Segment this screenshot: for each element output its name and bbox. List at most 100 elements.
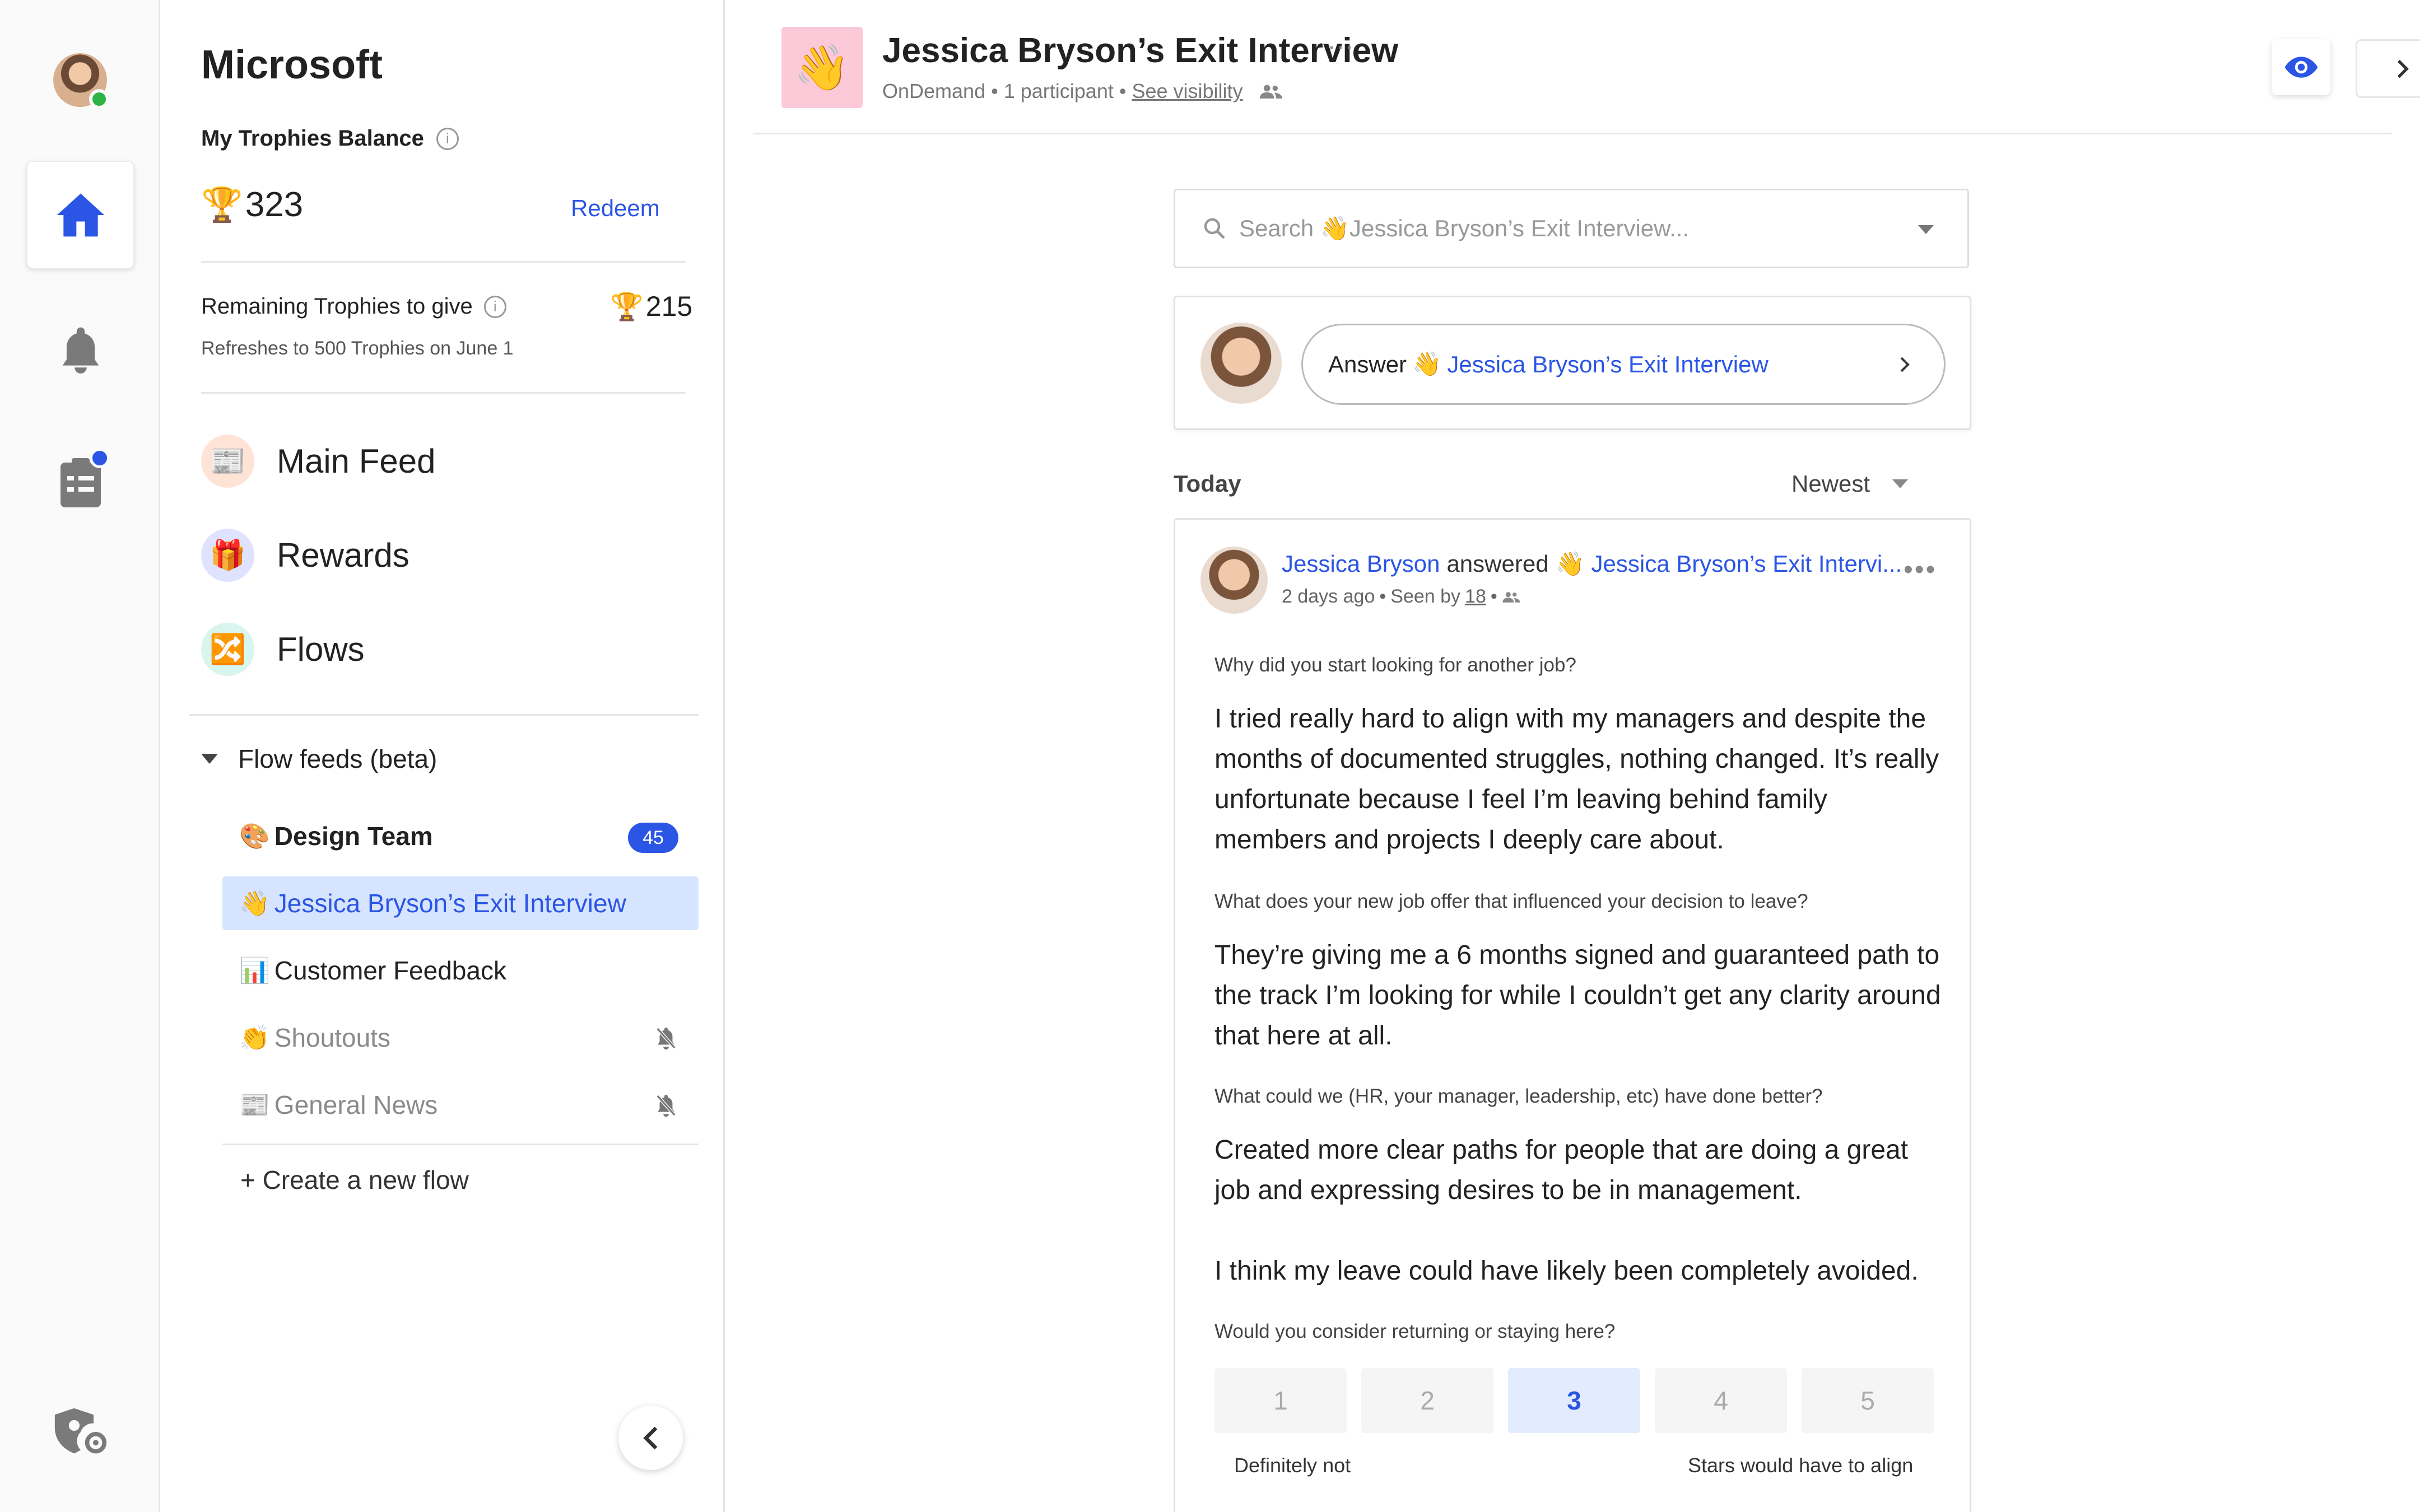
page-title: Jessica Bryson’s Exit Interview [882, 31, 1399, 70]
flow-item-design-team[interactable]: 🎨 Design Team 45 [222, 809, 699, 863]
sidebar: Microsoft My Trophies Balance i 🏆 323 Re… [162, 0, 725, 1512]
nav-flows[interactable]: 🔀 Flows [201, 618, 365, 680]
rating-option[interactable]: 5 [1802, 1368, 1934, 1433]
expand-panel-button[interactable] [2356, 39, 2420, 98]
post-header: Jessica Bryson answered 👋 Jessica Bryson… [1282, 550, 1902, 578]
scale-high-label: Stars would have to align [1688, 1454, 1914, 1477]
nav-main-feed[interactable]: 📰 Main Feed [201, 430, 435, 492]
unread-count-badge: 45 [628, 823, 678, 853]
chevron-left-icon [643, 1426, 657, 1449]
avatar [1200, 323, 1282, 404]
clapping-icon: 👏 [239, 1024, 270, 1052]
nav-rewards[interactable]: 🎁 Rewards [201, 524, 409, 586]
question-label: What does your new job offer that influe… [1214, 890, 1808, 912]
admin-settings-button[interactable] [26, 1378, 134, 1486]
user-avatar[interactable] [53, 53, 109, 109]
flow-item-exit-interview[interactable]: 👋 Jessica Bryson’s Exit Interview [222, 876, 699, 930]
answer-flow-button[interactable]: Answer 👋 Jessica Bryson’s Exit Interview [1301, 324, 1946, 405]
chevron-right-icon [1900, 357, 1910, 372]
question-label: What could we (HR, your manager, leaders… [1214, 1085, 1823, 1107]
question-label: Would you consider returning or staying … [1214, 1320, 1616, 1342]
rating-option[interactable]: 4 [1655, 1368, 1787, 1433]
post-flow-link[interactable]: 👋 Jessica Bryson’s Exit Intervi... [1556, 550, 1902, 578]
divider [201, 261, 686, 263]
app-root: Microsoft My Trophies Balance i 🏆 323 Re… [0, 0, 2420, 1512]
people-icon [1502, 591, 1520, 603]
org-name: Microsoft [201, 43, 383, 87]
question-label: Why did you start looking for another jo… [1214, 654, 1576, 676]
redeem-link[interactable]: Redeem [571, 195, 660, 222]
admin-settings-icon [54, 1408, 106, 1453]
search-placeholder: Search 👋Jessica Bryson’s Exit Interview.… [1239, 214, 1690, 241]
caret-down-icon[interactable] [1918, 225, 1934, 234]
bell-icon [62, 327, 99, 374]
divider [222, 1144, 699, 1145]
answer-text: Created more clear paths for people that… [1214, 1135, 1909, 1205]
post-author-link[interactable]: Jessica Bryson [1282, 550, 1440, 578]
newspaper-icon: 📰 [201, 434, 254, 488]
trophy-icon: 🏆 [610, 292, 644, 322]
feed-post: Jessica Bryson answered 👋 Jessica Bryson… [1174, 518, 1971, 1512]
tasks-badge-dot [90, 448, 110, 468]
eye-icon [2284, 57, 2317, 78]
notifications-button[interactable] [26, 295, 134, 403]
remaining-trophies-label: Remaining Trophies to give i [201, 294, 506, 319]
collapse-sidebar-button[interactable] [618, 1406, 683, 1470]
avatar[interactable] [1200, 547, 1268, 614]
flow-feeds-toggle[interactable]: Flow feeds (beta) [201, 744, 437, 774]
home-button[interactable] [26, 161, 134, 269]
rating-option-selected[interactable]: 3 [1508, 1368, 1640, 1433]
people-icon [1259, 85, 1282, 99]
online-status-dot [89, 89, 109, 109]
flow-item-customer-feedback[interactable]: 📊 Customer Feedback [222, 944, 699, 997]
rating-option[interactable]: 1 [1214, 1368, 1347, 1433]
answer-text: They’re giving me a 6 months signed and … [1214, 940, 1941, 1051]
home-icon [57, 193, 104, 236]
flow-item-shoutouts[interactable]: 👏 Shoutouts [222, 1011, 699, 1065]
waving-hand-icon: 👋 [1412, 351, 1442, 377]
answer-text: I think my leave could have likely been … [1214, 1256, 1919, 1286]
rating-option[interactable]: 2 [1361, 1368, 1493, 1433]
chevron-down-icon [201, 754, 218, 764]
remaining-trophies-value: 🏆 215 [610, 291, 693, 322]
answer-text: I tried really hard to align with my man… [1214, 704, 1939, 855]
more-options-button[interactable]: ··· [1328, 32, 1355, 59]
flow-header: 👋 Jessica Bryson’s Exit Interview ··· On… [753, 0, 2420, 134]
refresh-note: Refreshes to 500 Trophies on June 1 [201, 338, 514, 359]
post-more-options-button[interactable]: ••• [1904, 554, 1937, 585]
tasks-button[interactable] [26, 428, 134, 536]
flow-item-general-news[interactable]: 📰 General News [222, 1078, 699, 1132]
waving-hand-icon: 👋 [781, 27, 863, 108]
flows-icon: 🔀 [201, 622, 254, 676]
see-visibility-link[interactable]: See visibility [1132, 80, 1242, 103]
left-rail [0, 0, 160, 1512]
caret-down-icon [1892, 479, 1909, 488]
divider [189, 714, 699, 716]
newspaper-icon: 📰 [239, 1091, 270, 1119]
feed-section-label: Today [1174, 470, 1241, 497]
info-icon[interactable]: i [483, 295, 506, 318]
view-toggle-button[interactable] [2272, 39, 2330, 95]
divider [201, 392, 686, 394]
search-icon [1204, 218, 1225, 239]
create-flow-button[interactable]: + Create a new flow [240, 1165, 469, 1195]
trophies-balance-value: 🏆 323 [201, 185, 304, 224]
post-meta: 2 days ago • Seen by 18 • [1282, 586, 1521, 608]
sort-dropdown[interactable]: Newest [1791, 470, 1909, 497]
flow-meta: OnDemand • 1 participant • See visibilit… [882, 80, 1283, 103]
seen-by-count-link[interactable]: 18 [1465, 586, 1486, 608]
chevron-right-icon [2397, 59, 2409, 78]
palette-icon: 🎨 [239, 823, 270, 850]
bar-chart-icon: 📊 [239, 957, 270, 984]
bell-off-icon[interactable] [655, 1094, 677, 1117]
info-icon[interactable]: i [436, 127, 459, 150]
bell-off-icon[interactable] [655, 1026, 677, 1050]
gift-icon: 🎁 [201, 528, 254, 582]
search-input[interactable]: Search 👋Jessica Bryson’s Exit Interview.… [1174, 189, 1969, 268]
trophies-balance-label: My Trophies Balance i [201, 126, 459, 151]
trophy-icon: 🏆 [201, 186, 243, 223]
answer-prompt-card: Answer 👋 Jessica Bryson’s Exit Interview [1174, 296, 1971, 430]
main-content: 👋 Jessica Bryson’s Exit Interview ··· On… [725, 0, 2420, 1512]
scale-low-label: Definitely not [1234, 1454, 1351, 1477]
rating-scale: 1 2 3 4 5 [1214, 1368, 1934, 1433]
